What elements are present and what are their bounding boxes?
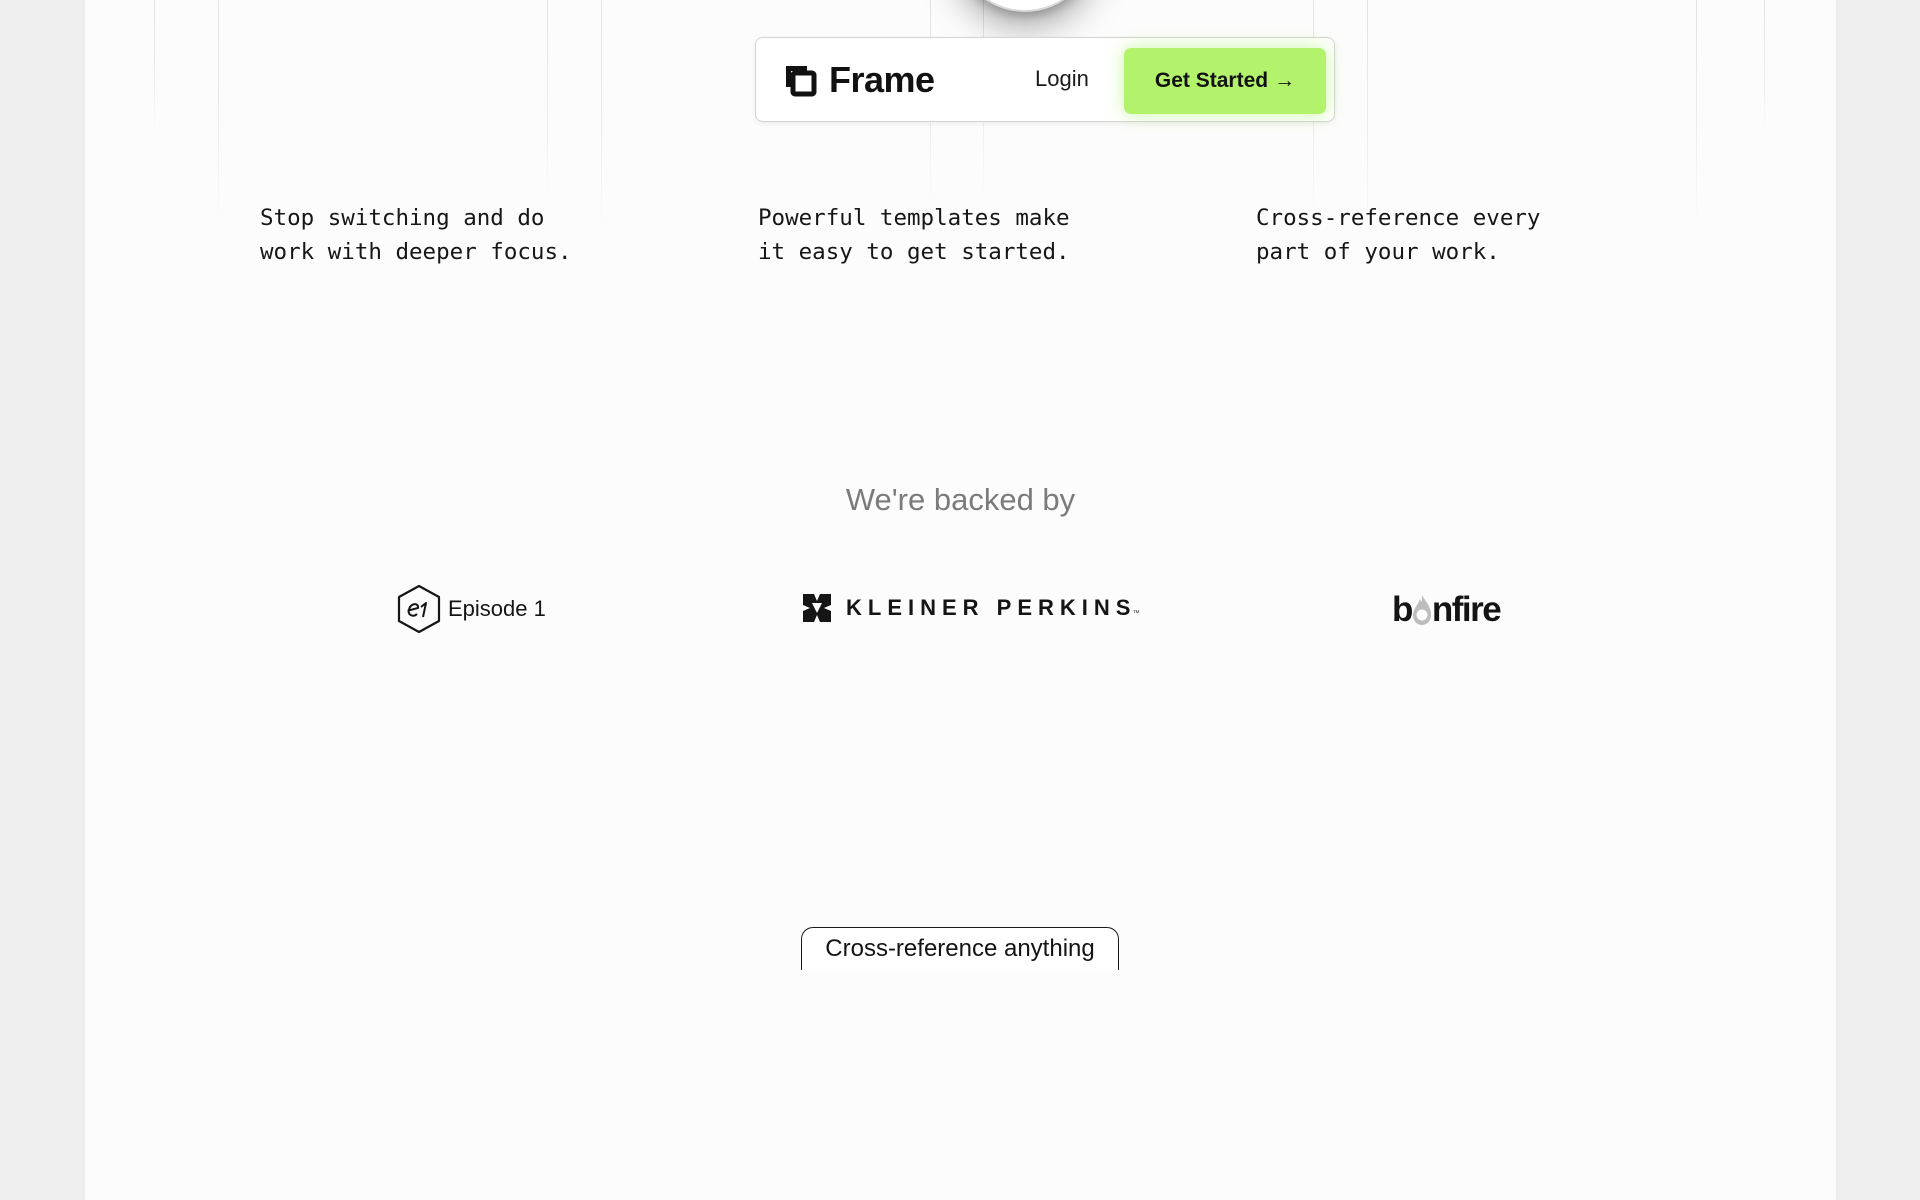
guide-line [218,0,219,225]
guide-line [1764,0,1765,135]
get-started-label: Get Started [1154,69,1269,92]
episode-1-name: Episode 1 [448,596,546,621]
backed-by-heading: We're backed by [845,482,1076,517]
section-label-text: Cross-reference anything [825,935,1095,962]
guide-line [1696,0,1697,225]
brand-logo[interactable]: Frame [783,59,935,100]
floating-nav-bar: Frame Login Get Started → [755,37,1335,122]
kleiner-perkins-mark-icon [803,594,831,622]
trademark-mark: ™ [1132,609,1140,617]
backer-logo-bonfire: b nfire [1392,590,1502,630]
frame-logo-icon [786,66,817,97]
brand-name: Frame [829,59,935,100]
guide-line [154,0,155,135]
backer-logo-episode-1: Episode 1 [396,584,546,634]
kleiner-perkins-name: KLEINER PERKINS [846,595,1137,620]
feature-caption-focus: Stop switching and do work with deeper f… [260,205,572,265]
backer-logo-kleiner-perkins: KLEINER PERKINS ™ [802,593,1139,623]
login-link[interactable]: Login [1035,66,1089,92]
arrow-right-icon: → [1274,69,1296,92]
guide-line [547,0,548,200]
bonfire-flame-icon [1412,595,1431,625]
feature-caption-cross-reference: Cross-reference every part of your work. [1256,205,1541,265]
hero-circle [954,0,1096,12]
get-started-button[interactable]: Get Started → [1124,48,1326,114]
feature-caption-templates: Powerful templates make it easy to get s… [758,205,1070,265]
section-label-pill: Cross-reference anything [801,927,1119,970]
bonfire-name-start: b [1392,590,1413,629]
e1-hexagon-icon [397,584,441,634]
page-canvas: Frame Login Get Started → Stop switching… [85,0,1836,1200]
guide-line [601,0,602,235]
bonfire-name-end: nfire [1431,590,1502,629]
